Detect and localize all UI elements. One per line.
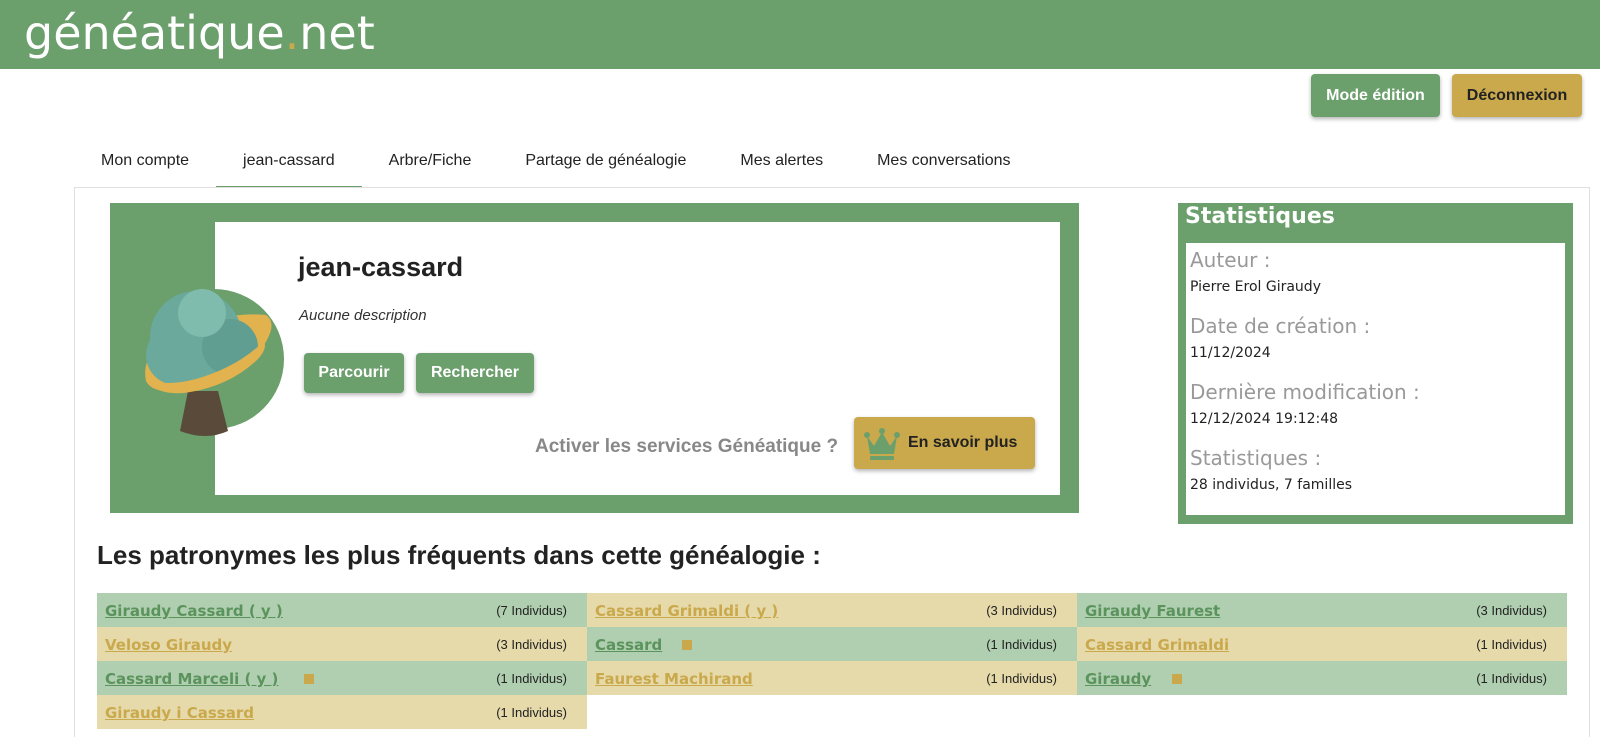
surname-count: (3 Individus) xyxy=(986,603,1057,618)
surname-count: (1 Individus) xyxy=(986,637,1057,652)
stat-created-value: 11/12/2024 xyxy=(1190,345,1271,361)
tab-mon-compte[interactable]: Mon compte xyxy=(74,138,216,188)
surnames-title: Les patronymes les plus fréquents dans c… xyxy=(97,540,821,570)
surname-count: (7 Individus) xyxy=(496,603,567,618)
stat-summary-value: 28 individus, 7 familles xyxy=(1190,477,1353,493)
surname-marker-icon xyxy=(1172,674,1182,684)
surname-item: Cassard Marceli ( y ) (1 Individus) xyxy=(97,661,587,695)
surname-count: (1 Individus) xyxy=(496,705,567,720)
tab-alertes[interactable]: Mes alertes xyxy=(713,138,850,188)
surname-item: Cassard (1 Individus) xyxy=(587,627,1077,661)
stat-modified-value: 12/12/2024 19:12:48 xyxy=(1190,411,1339,427)
surname-link-text: Cassard Grimaldi ( y ) xyxy=(595,602,779,620)
surname-link-text: Faurest Machirand xyxy=(595,670,753,688)
surname-count: (1 Individus) xyxy=(1476,637,1547,652)
surname-link[interactable]: Giraudy Cassard ( y ) xyxy=(105,602,283,620)
tab-conversations[interactable]: Mes conversations xyxy=(850,138,1037,188)
surname-item: Cassard Grimaldi (1 Individus) xyxy=(1077,627,1567,661)
surname-link[interactable]: Cassard Grimaldi ( y ) xyxy=(595,602,778,620)
logout-button[interactable]: Déconnexion xyxy=(1452,74,1582,117)
surname-link-text: Veloso Giraudy xyxy=(105,636,233,654)
surname-item: Faurest Machirand (1 Individus) xyxy=(587,661,1077,695)
surname-count: (1 Individus) xyxy=(986,671,1057,686)
search-button[interactable]: Rechercher xyxy=(416,353,534,393)
surname-link-text: Giraudy Faurest xyxy=(1085,602,1221,620)
logo-main: généatique xyxy=(24,6,285,60)
surname-link-text: Giraudy xyxy=(1085,670,1152,688)
tab-partage[interactable]: Partage de généalogie xyxy=(498,138,713,188)
learn-more-label: En savoir plus xyxy=(908,434,1018,451)
main-tabs: Mon compte jean-cassard Arbre/Fiche Part… xyxy=(74,138,1037,188)
surname-count: (3 Individus) xyxy=(1476,603,1547,618)
surname-link[interactable]: Veloso Giraudy xyxy=(105,636,232,654)
surname-link[interactable]: Giraudy i Cassard xyxy=(105,704,254,722)
surname-item: Giraudy Cassard ( y ) (7 Individus) xyxy=(97,593,587,627)
surname-marker-icon xyxy=(682,640,692,650)
crown-icon xyxy=(864,428,900,460)
surname-link[interactable]: Giraudy Faurest xyxy=(1085,602,1220,620)
surname-item: Giraudy (1 Individus) xyxy=(1077,661,1567,695)
surname-link[interactable]: Cassard Grimaldi xyxy=(1085,636,1229,654)
edit-mode-button[interactable]: Mode édition xyxy=(1311,74,1440,117)
surname-link[interactable]: Faurest Machirand xyxy=(595,670,753,688)
site-logo[interactable]: généatique.net xyxy=(24,6,375,60)
surname-link-text: Cassard xyxy=(595,636,663,654)
tab-genealogy[interactable]: jean-cassard xyxy=(216,138,362,188)
top-bar: généatique.net xyxy=(0,0,1600,69)
surname-count: (1 Individus) xyxy=(1476,671,1547,686)
surname-item: Veloso Giraudy (3 Individus) xyxy=(97,627,587,661)
stat-summary-label: Statistiques : xyxy=(1190,446,1322,470)
surname-link[interactable]: Cassard xyxy=(595,636,662,654)
logo-dot: . xyxy=(284,6,300,60)
surname-count: (1 Individus) xyxy=(496,671,567,686)
logo-tld: net xyxy=(299,6,375,60)
genealogy-title: jean-cassard xyxy=(298,252,464,282)
surname-item: Giraudy i Cassard (1 Individus) xyxy=(97,695,587,729)
stat-created-label: Date de création : xyxy=(1190,314,1371,338)
surname-link-text: Giraudy Cassard ( y ) xyxy=(105,602,283,620)
tree-icon xyxy=(144,289,284,436)
surname-marker-icon xyxy=(304,674,314,684)
stat-author-label: Auteur : xyxy=(1190,248,1271,272)
genealogy-description: Aucune description xyxy=(299,307,427,324)
surname-link[interactable]: Giraudy xyxy=(1085,670,1151,688)
stat-modified-label: Dernière modification : xyxy=(1190,380,1420,404)
surname-link-text: Cassard Grimaldi xyxy=(1085,636,1230,654)
tab-arbre-fiche[interactable]: Arbre/Fiche xyxy=(362,138,499,188)
surname-link-text: Giraudy i Cassard xyxy=(105,704,254,722)
stat-author-value: Pierre Erol Giraudy xyxy=(1190,279,1321,295)
surname-link[interactable]: Cassard Marceli ( y ) xyxy=(105,670,278,688)
surname-link-text: Cassard Marceli ( y ) xyxy=(105,670,279,688)
surname-count: (3 Individus) xyxy=(496,637,567,652)
surname-item: Cassard Grimaldi ( y ) (3 Individus) xyxy=(587,593,1077,627)
services-prompt: Activer les services Généatique ? xyxy=(535,436,839,457)
stats-title: Statistiques xyxy=(1185,204,1335,229)
surname-item: Giraudy Faurest (3 Individus) xyxy=(1077,593,1567,627)
browse-button[interactable]: Parcourir xyxy=(304,353,404,393)
